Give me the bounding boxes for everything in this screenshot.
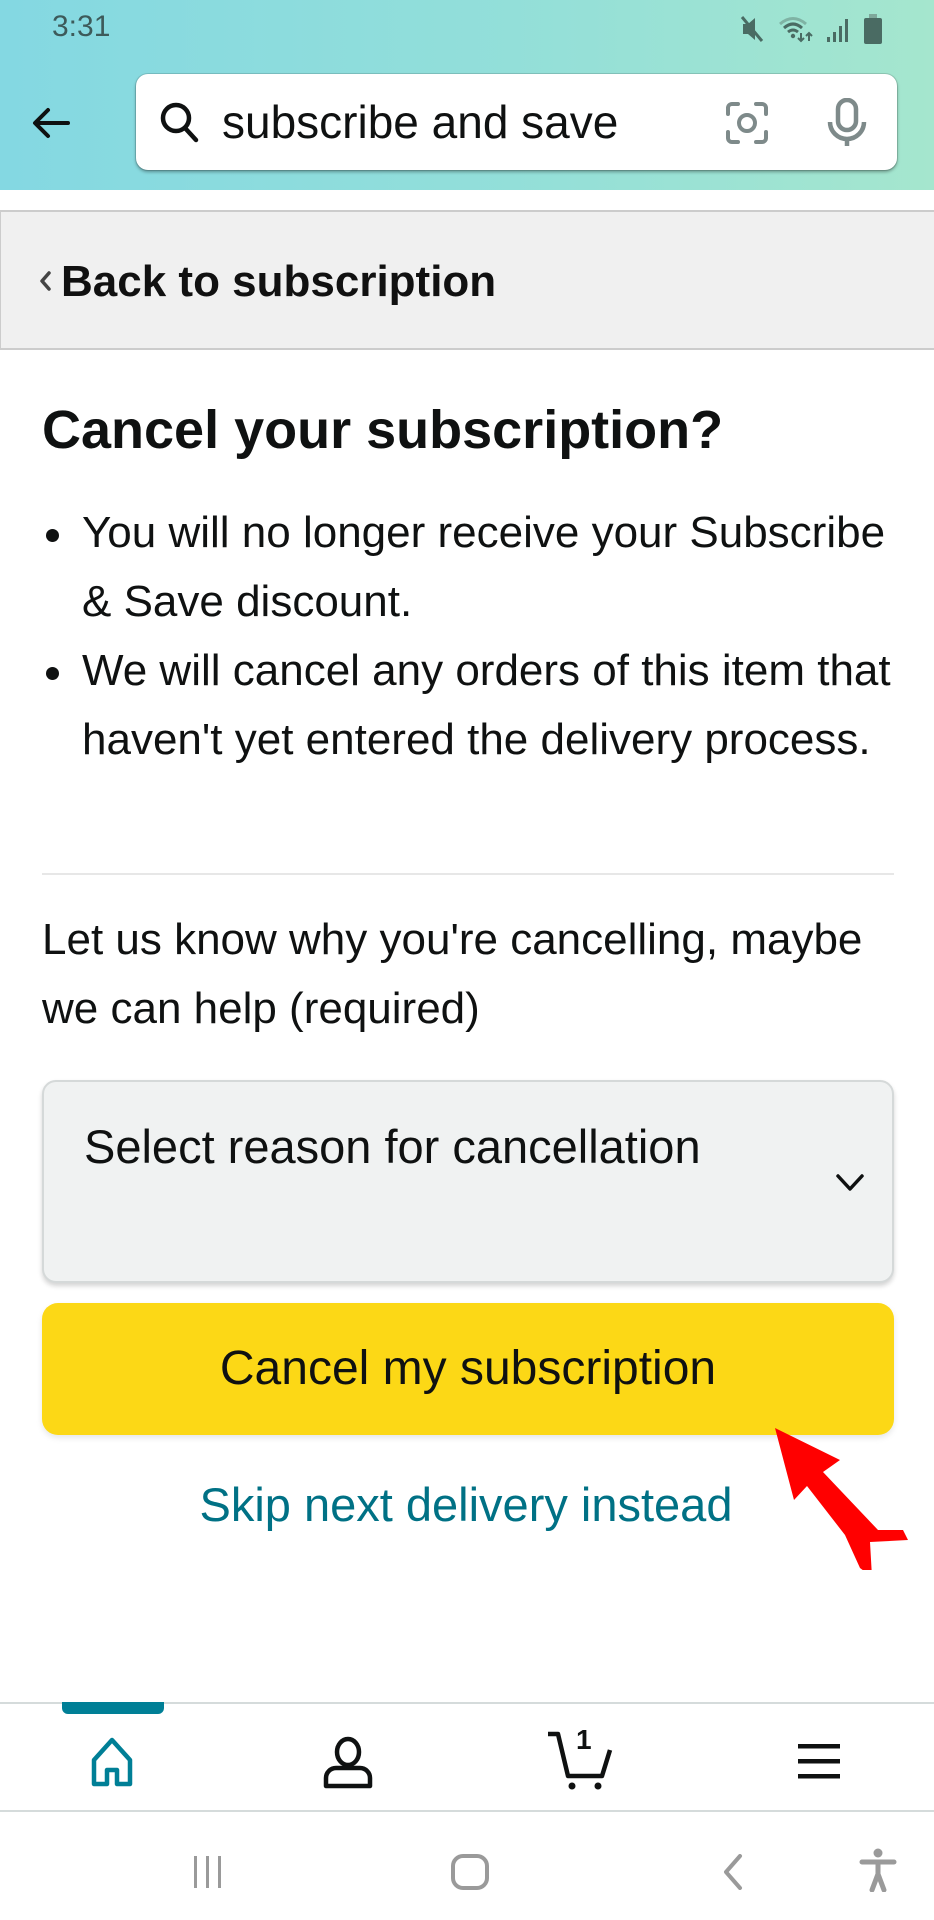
skip-next-delivery-link[interactable]: Skip next delivery instead (0, 1472, 934, 1538)
nav-cart[interactable]: 1 (546, 1724, 613, 1790)
cancel-subscription-label: Cancel my subscription (219, 1342, 717, 1395)
list-item: We will cancel any orders of this item t… (42, 636, 902, 774)
cancellation-reason-select[interactable]: Select reason for cancellation (42, 1080, 894, 1283)
nav-home[interactable] (82, 1734, 142, 1790)
accessibility-icon[interactable] (858, 1848, 898, 1892)
bottom-navigation: 1 (0, 1702, 934, 1812)
search-input[interactable]: subscribe and save (136, 74, 897, 170)
search-query[interactable]: subscribe and save (222, 92, 618, 152)
reason-prompt: Let us know why you're cancelling, maybe… (42, 915, 863, 1033)
search-icon (160, 102, 199, 143)
microphone-icon[interactable] (824, 98, 870, 148)
app-header: 3:31 subscribe and save (0, 0, 934, 190)
chevron-down-icon (836, 1174, 864, 1191)
nav-account[interactable] (318, 1734, 378, 1790)
nav-menu[interactable] (790, 1734, 850, 1790)
back-to-subscription-label: Back to subscription (61, 257, 497, 306)
back-icon[interactable] (718, 1854, 748, 1890)
user-icon (323, 1736, 373, 1789)
back-to-subscription-link[interactable]: Back to subscription (0, 210, 934, 350)
recent-apps-icon[interactable] (190, 1854, 226, 1890)
page-title: Cancel your subscription? (42, 400, 724, 460)
arrow-left-icon[interactable] (28, 100, 74, 146)
mute-icon (740, 16, 764, 42)
wifi-icon (779, 17, 813, 43)
status-time: 3:31 (52, 10, 111, 43)
chevron-left-icon (40, 271, 51, 291)
home-icon (91, 1737, 133, 1787)
divider (42, 873, 894, 875)
cancel-subscription-button[interactable]: Cancel my subscription (42, 1303, 894, 1435)
signal-icon (827, 19, 848, 42)
active-tab-indicator (62, 1702, 164, 1714)
cart-count-badge: 1 (576, 1724, 592, 1755)
camera-lens-icon[interactable] (724, 100, 770, 146)
status-icons (740, 12, 882, 46)
cancellation-reason-selected: Select reason for cancellation (84, 1120, 701, 1173)
hamburger-menu-icon (798, 1744, 840, 1779)
cancellation-consequences-list: You will no longer receive your Subscrib… (42, 498, 902, 774)
home-button-icon[interactable] (450, 1854, 492, 1890)
system-navigation-bar (0, 1814, 934, 1920)
battery-icon (864, 14, 882, 44)
list-item: You will no longer receive your Subscrib… (42, 498, 902, 636)
skip-next-delivery-label: Skip next delivery instead (199, 1478, 733, 1531)
